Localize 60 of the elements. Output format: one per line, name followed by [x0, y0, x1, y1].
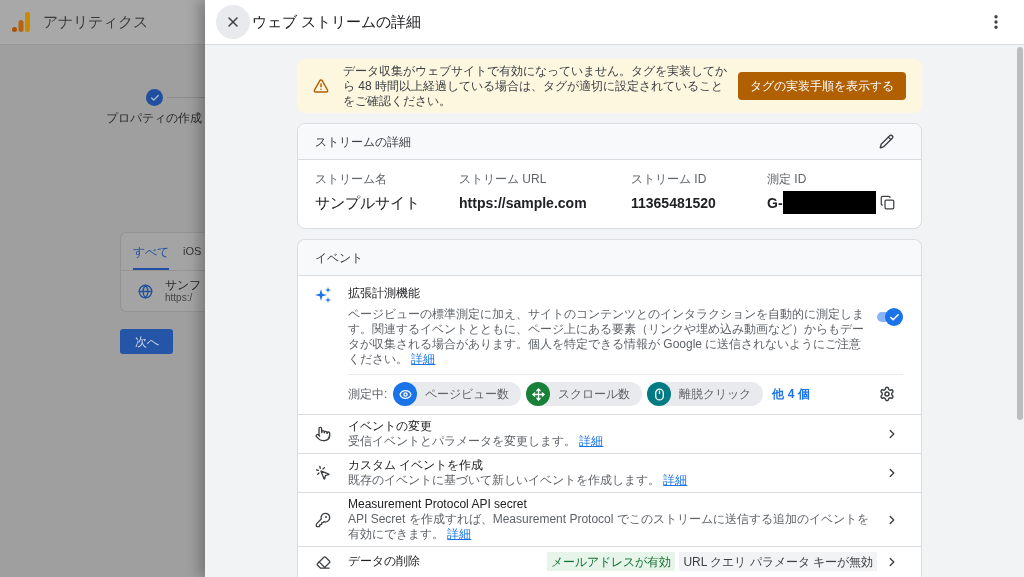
- row-title: カスタム イベントを作成: [348, 458, 485, 473]
- warning-icon: [313, 78, 329, 94]
- close-icon: [225, 14, 241, 30]
- measuring-label: 測定中:: [348, 386, 388, 403]
- more-events-link[interactable]: 他 4 個: [772, 385, 810, 403]
- settings-row[interactable]: カスタム イベントを作成 既存のイベントに基づいて新しいイベントを作成します。 詳細: [298, 454, 921, 493]
- card-title: イベント: [315, 249, 363, 267]
- stream-name: サンフ: [165, 278, 201, 292]
- eraser-icon: [315, 555, 331, 570]
- settings-row[interactable]: イベントの変更 受信イベントとパラメータを変更します。 詳細: [298, 415, 921, 454]
- row-description: 受信イベントとパラメータを変更します。 詳細: [348, 434, 605, 449]
- field-value: 11365481520: [631, 195, 716, 211]
- field-label: ストリーム ID: [631, 172, 708, 187]
- chip-label: ページビュー数: [425, 386, 510, 403]
- field-label: ストリーム名: [315, 172, 388, 187]
- cursor-click-icon: [315, 465, 331, 481]
- platform-tab[interactable]: すべて: [133, 233, 169, 270]
- warning-message: データ収集がウェブサイトで有効になっていません。タグを実装してから 48 時間以上経過している場合は、タグが適切に設定されていることをご確認ください。: [343, 63, 728, 109]
- show-tag-instructions-button[interactable]: タグの実装手順を表示する: [738, 72, 906, 100]
- field-value: サンプルサイト: [315, 194, 420, 211]
- details-link[interactable]: 詳細: [447, 527, 472, 541]
- field-label: ストリーム URL: [459, 172, 548, 187]
- settings-row[interactable]: データの削除 メールアドレスが有効 URL クエリ パラメータ キーが無効: [298, 547, 921, 577]
- sparkle-icon: [315, 287, 331, 303]
- settings-icon[interactable]: [879, 386, 895, 402]
- status-badge: メールアドレスが有効: [547, 552, 676, 571]
- check-icon: [888, 311, 900, 323]
- description-text: ページビューの標準測定に加え、サイトのコンテンツとのインタラクションを自動的に測定します。関連するイベントとともに、ページ上にある要素（リンクや埋め込み動画など）からもデータが収集される場合があります。個人を特定できる情報が Google に送信されないようにご注意ください。 詳細: [348, 307, 865, 367]
- hand-pointer-icon: [315, 426, 331, 442]
- field-label: 測定 ID: [767, 172, 808, 187]
- section-title: 拡張計測機能: [348, 286, 421, 301]
- edit-pencil-icon[interactable]: [879, 134, 894, 149]
- row-title: データの削除: [348, 554, 420, 569]
- details-link[interactable]: 詳細: [411, 352, 436, 366]
- close-button[interactable]: [216, 5, 250, 39]
- row-title: Measurement Protocol API secret: [348, 497, 528, 512]
- settings-row[interactable]: Measurement Protocol API secret API Secret を作成すれば、Measurement Protocol でこのストリームに送信する追加のイベントを有効にできます。 詳細: [298, 493, 921, 547]
- row-description: API Secret を作成すれば、Measurement Protocol でこのストリームに送信する追加のイベントを有効にできます。 詳細: [348, 512, 870, 542]
- panel-title: ウェブ ストリームの詳細: [252, 11, 422, 32]
- card-title: ストリームの詳細: [315, 133, 411, 151]
- field-value: https://sample.com: [459, 195, 587, 211]
- app-title: アナリティクス: [43, 11, 148, 32]
- field-value: G-: [767, 193, 783, 213]
- stream-url: https:/: [165, 292, 194, 304]
- globe-icon: [138, 283, 153, 299]
- copy-icon[interactable]: [879, 195, 895, 210]
- scrollbar[interactable]: [1017, 47, 1023, 420]
- row-description: 既存のイベントに基づいて新しいイベントを作成します。 詳細: [348, 473, 689, 488]
- next-button[interactable]: 次へ: [120, 329, 173, 354]
- bar-chart-logo-icon: [12, 12, 30, 32]
- step-label: プロパティの作成: [106, 111, 203, 126]
- details-link[interactable]: 詳細: [663, 473, 688, 487]
- toggle-switch[interactable]: [875, 308, 903, 326]
- status-badge: URL クエリ パラメータ キーが無効: [679, 552, 877, 571]
- details-link[interactable]: 詳細: [579, 434, 604, 448]
- chip-label: 離脱クリック: [679, 386, 752, 403]
- key-icon: [315, 511, 331, 528]
- chip-label: スクロール数: [558, 386, 631, 403]
- platform-tab[interactable]: iOS: [183, 233, 202, 270]
- row-title: イベントの変更: [348, 419, 433, 434]
